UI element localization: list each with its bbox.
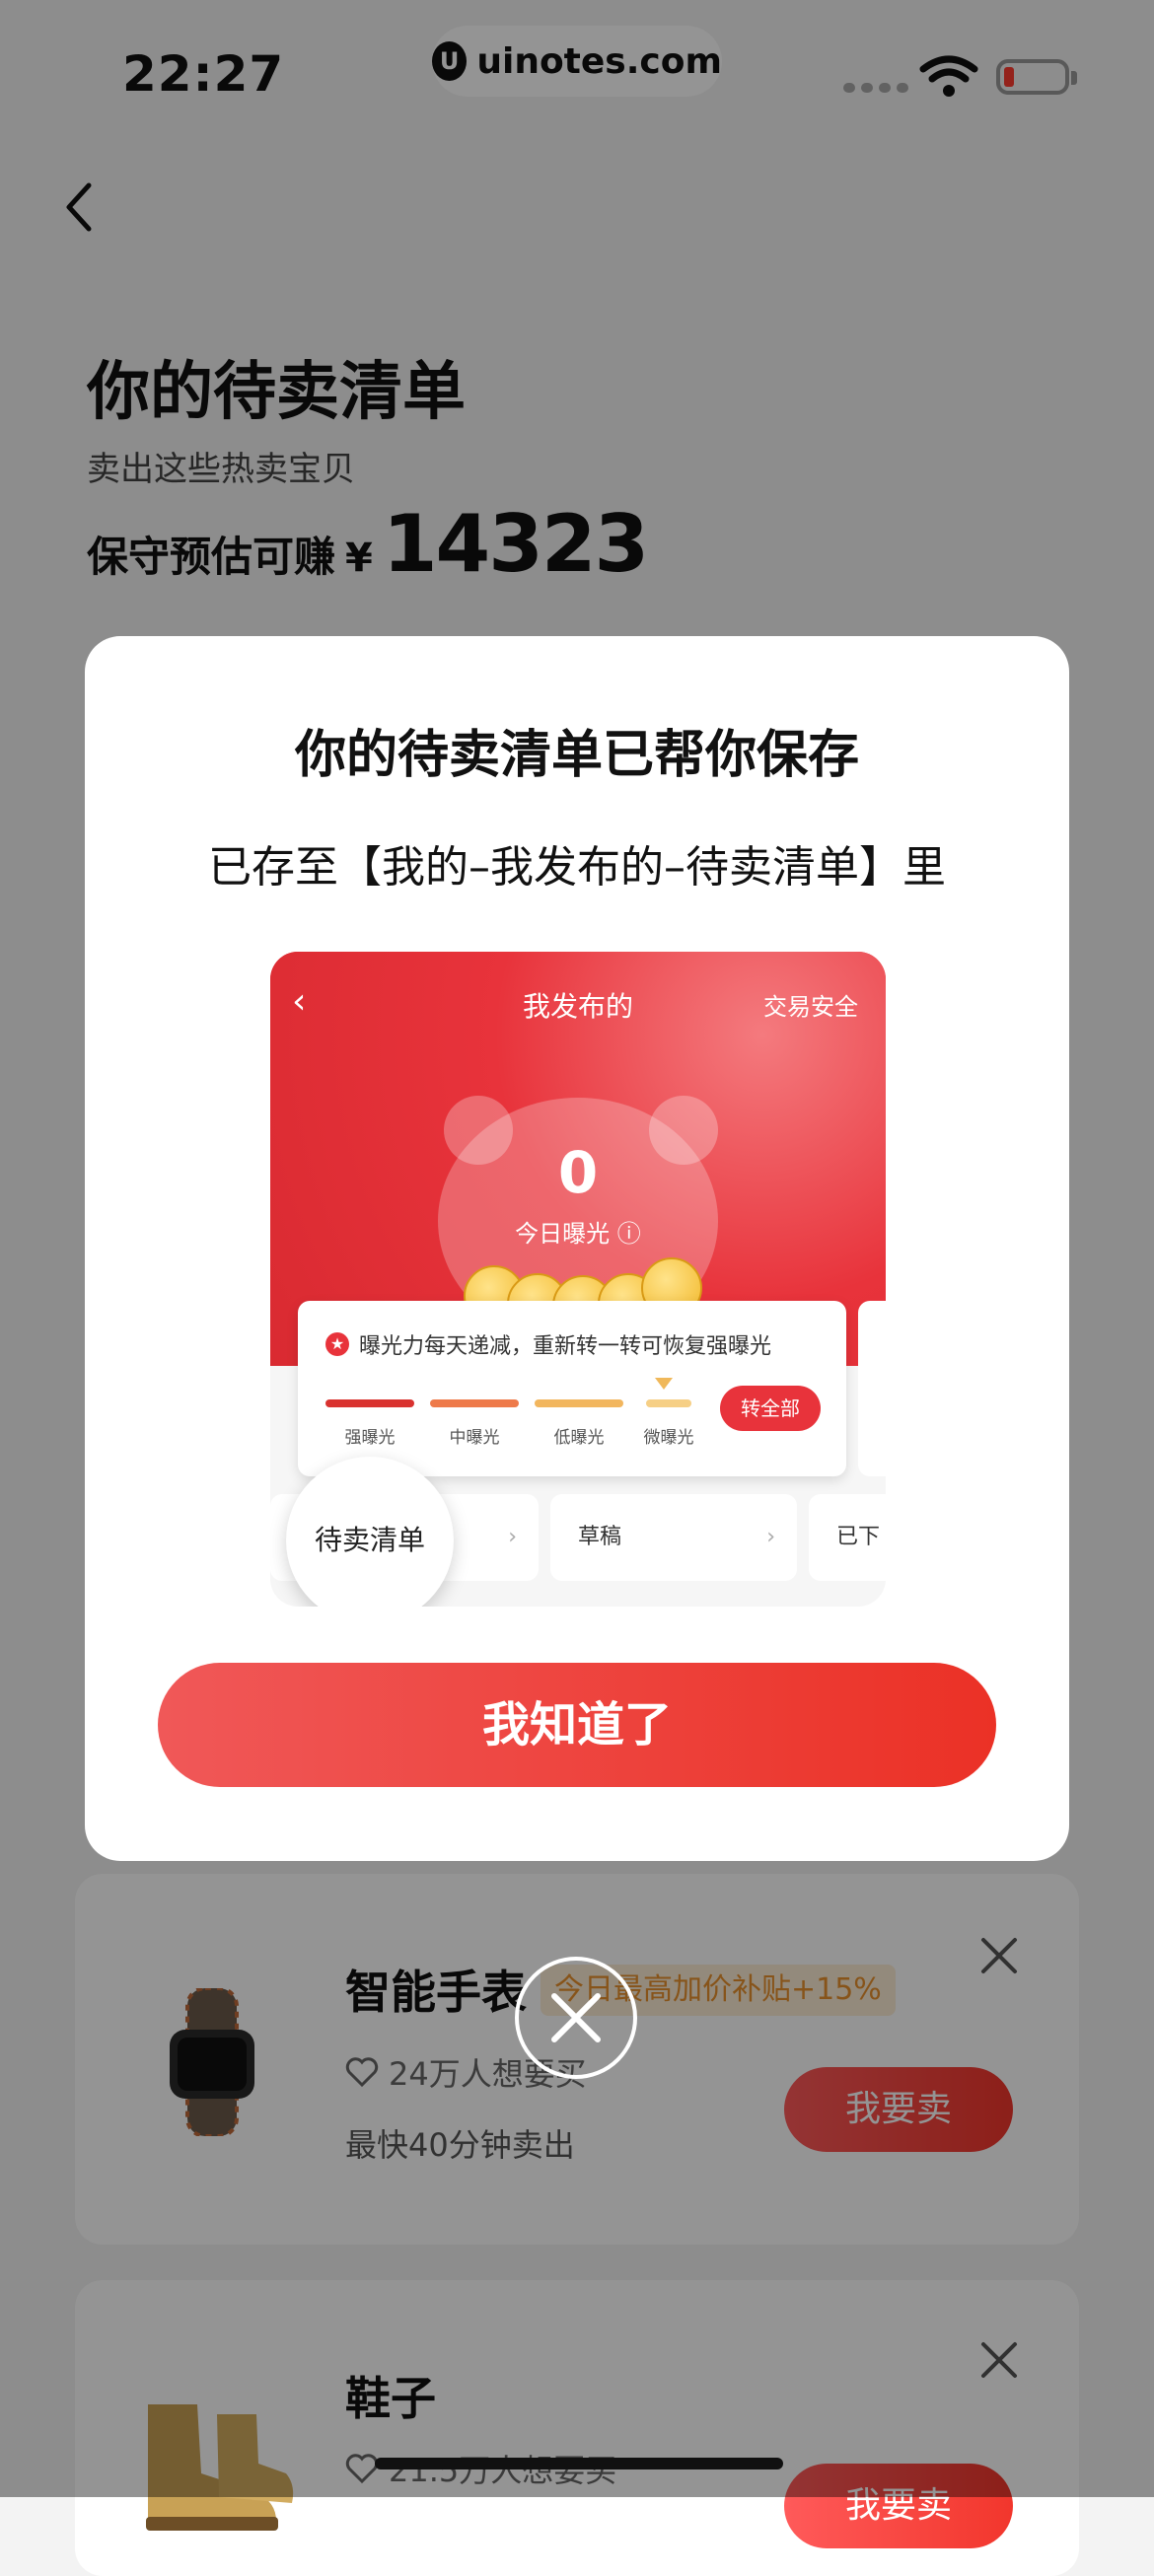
level-indicator-icon xyxy=(655,1378,673,1390)
saved-list-modal: 你的待卖清单已帮你保存 已存至【我的–我发布的–待卖清单】里 ‹ 我发布的 交易… xyxy=(85,636,1069,1861)
preview-exposure-label: 今日曝光 ⓘ xyxy=(515,1220,641,1248)
confirm-button[interactable]: 我知道了 xyxy=(158,1663,996,1787)
level-label: 微曝光 xyxy=(643,1428,694,1448)
chevron-right-icon: › xyxy=(508,1525,517,1549)
level-low: 低曝光 xyxy=(535,1399,623,1448)
level-medium: 中曝光 xyxy=(430,1399,519,1448)
preview-transfer-all: 转全部 xyxy=(720,1386,821,1431)
level-bar xyxy=(646,1399,691,1407)
preview-safety-link: 交易安全 xyxy=(763,993,858,1021)
preview-tab-label: 已下 xyxy=(836,1525,881,1549)
preview-tab-removed: 已下 xyxy=(809,1494,886,1581)
preview-exposure-card: ★ 曝光力每天递减，重新转一转可恢复强曝光 强曝光 中曝光 低曝光 微曝光 转全… xyxy=(298,1301,846,1476)
level-bar xyxy=(430,1399,519,1407)
level-label: 强曝光 xyxy=(344,1428,396,1448)
preview-tab-label: 草稿 xyxy=(578,1525,622,1549)
level-bar xyxy=(325,1399,414,1407)
preview-tip: ★ 曝光力每天递减，重新转一转可恢复强曝光 xyxy=(325,1328,771,1360)
level-bar xyxy=(535,1399,623,1407)
chevron-right-icon: › xyxy=(766,1525,775,1549)
level-label: 中曝光 xyxy=(449,1428,500,1448)
exposure-levels: 强曝光 中曝光 低曝光 微曝光 xyxy=(325,1399,698,1448)
preview-card-peek xyxy=(858,1301,886,1476)
star-icon: ★ xyxy=(325,1332,349,1356)
level-strong: 强曝光 xyxy=(325,1399,414,1448)
modal-title: 你的待卖清单已帮你保存 xyxy=(294,726,859,785)
preview-tip-text: 曝光力每天递减，重新转一转可恢复强曝光 xyxy=(359,1334,772,1359)
preview-tab-draft: 草稿 › xyxy=(550,1494,797,1581)
preview-illustration: ‹ 我发布的 交易安全 0 今日曝光 ⓘ ★ 曝光力每天递减，重新转一转可恢复强… xyxy=(270,952,886,1607)
home-indicator[interactable] xyxy=(375,2458,783,2469)
level-micro: 微曝光 xyxy=(639,1399,698,1448)
preview-exposure-count: 0 xyxy=(557,1139,599,1206)
modal-subtitle: 已存至【我的–我发布的–待卖清单】里 xyxy=(208,842,946,893)
close-modal-button[interactable] xyxy=(515,1957,637,2079)
level-label: 低曝光 xyxy=(553,1428,605,1448)
close-icon xyxy=(551,1993,601,2042)
preview-highlight-pending: 待卖清单 xyxy=(286,1457,454,1607)
